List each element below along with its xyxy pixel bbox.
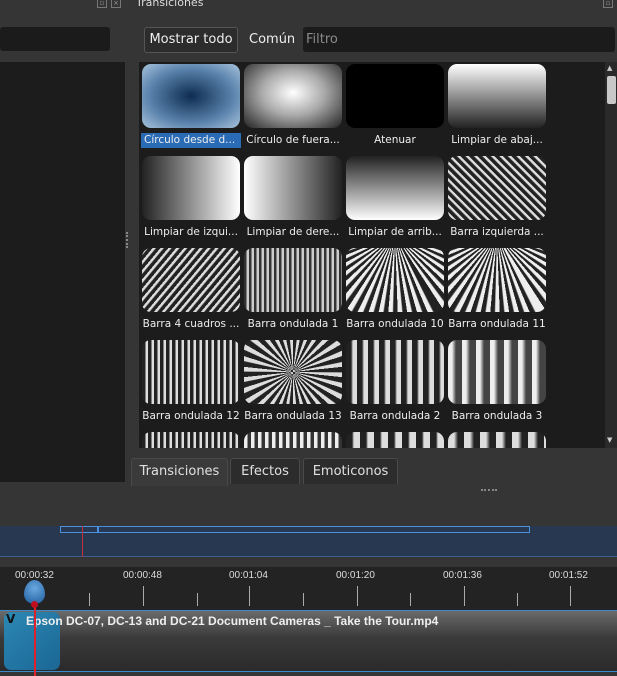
- time-label: 00:00:48: [123, 570, 162, 581]
- minor-tick: [410, 593, 411, 606]
- transition-item[interactable]: [243, 432, 343, 448]
- transition-item[interactable]: [345, 432, 445, 448]
- transition-label: Barra ondulada 11: [448, 318, 546, 330]
- transition-label: Barra 4 cuadros ...: [142, 318, 240, 330]
- transition-item[interactable]: Barra ondulada 13: [243, 340, 343, 424]
- transition-item[interactable]: Limpiar de izqui...: [141, 156, 241, 240]
- transition-label: Barra ondulada 2: [349, 410, 441, 422]
- transition-thumbnail: [142, 156, 240, 220]
- transitions-grid: Círculo desde d... Círculo de fuera... Ate…: [139, 62, 605, 448]
- transition-item[interactable]: Barra izquierda ...: [447, 156, 547, 240]
- transition-label: Barra ondulada 13: [244, 410, 342, 422]
- close-icon[interactable]: ×: [111, 0, 121, 8]
- major-tick: [463, 586, 465, 606]
- vertical-scrollbar[interactable]: [605, 62, 617, 448]
- transition-item[interactable]: Barra ondulada 10: [345, 248, 445, 332]
- transition-item[interactable]: [141, 432, 241, 448]
- show-all-button[interactable]: Mostrar todo: [144, 27, 238, 53]
- transition-thumbnail: [448, 340, 546, 404]
- transition-label: Círculo desde d...: [141, 133, 241, 148]
- left-search-input[interactable]: [0, 27, 110, 51]
- transition-thumbnail: [346, 64, 444, 128]
- collapse-chevron-icon[interactable]: V: [6, 612, 15, 626]
- transition-thumbnail: [346, 340, 444, 404]
- time-ruler[interactable]: 00:00:32 00:00:48 00:01:04 00:01:20 00:01:36…: [0, 567, 617, 610]
- transition-item[interactable]: Atenuar: [345, 64, 445, 148]
- dock-title: Transiciones: [136, 0, 204, 9]
- major-tick: [143, 586, 145, 606]
- tab-transitions[interactable]: Transiciones: [131, 458, 228, 486]
- minor-tick: [303, 593, 304, 606]
- transition-thumbnail: [244, 432, 342, 448]
- time-label: 00:01:20: [336, 570, 375, 581]
- overview-playhead: [82, 526, 83, 557]
- transition-thumbnail: [244, 340, 342, 404]
- transition-item[interactable]: [447, 432, 547, 448]
- transition-thumbnail: [142, 248, 240, 312]
- scroll-up-icon[interactable]: ▲: [607, 64, 612, 72]
- transition-thumbnail: [346, 156, 444, 220]
- transition-thumbnail: [448, 248, 546, 312]
- major-tick: [570, 586, 571, 606]
- major-tick: [249, 586, 251, 606]
- transition-label: Limpiar de arrib...: [348, 226, 442, 238]
- time-label: 00:01:04: [229, 570, 268, 581]
- transition-label: Círculo de fuera...: [246, 134, 340, 146]
- transition-label: Barra izquierda ...: [450, 226, 544, 238]
- transition-item[interactable]: Círculo desde d...: [141, 64, 241, 148]
- transition-thumbnail: [142, 432, 240, 448]
- transition-thumbnail: [346, 432, 444, 448]
- timeline-viewport[interactable]: [60, 526, 530, 533]
- transition-thumbnail: [448, 64, 546, 128]
- time-label: 00:01:36: [443, 570, 482, 581]
- transition-thumbnail: [346, 248, 444, 312]
- scroll-down-icon[interactable]: ▼: [607, 436, 612, 444]
- transition-label: Barra ondulada 12: [142, 410, 240, 422]
- transition-item[interactable]: Barra ondulada 3: [447, 340, 547, 424]
- transition-thumbnail: [244, 248, 342, 312]
- time-label: 00:01:52: [549, 570, 588, 581]
- common-button[interactable]: Común: [249, 27, 295, 53]
- playhead-dot: [31, 601, 38, 608]
- transition-label: Atenuar: [374, 134, 416, 146]
- scrollbar-thumb[interactable]: [607, 76, 616, 104]
- project-files-panel: [0, 62, 125, 482]
- float-icon[interactable]: ▫: [603, 0, 613, 8]
- transition-thumbnail: [448, 156, 546, 220]
- transition-thumbnail: [244, 156, 342, 220]
- transition-thumbnail: [244, 64, 342, 128]
- transition-item[interactable]: Barra ondulada 12: [141, 340, 241, 424]
- transition-thumbnail: [142, 64, 240, 128]
- transition-label: Limpiar de dere...: [246, 226, 340, 238]
- transition-label: Barra ondulada 10: [346, 318, 444, 330]
- minor-tick: [517, 593, 518, 606]
- minor-tick: [89, 593, 90, 606]
- transition-item[interactable]: Círculo de fuera...: [243, 64, 343, 148]
- resize-grip[interactable]: [481, 489, 497, 491]
- float-icon[interactable]: ▫: [97, 0, 107, 8]
- splitter-handle[interactable]: [126, 232, 128, 248]
- filter-input[interactable]: [303, 27, 615, 52]
- transition-item[interactable]: Limpiar de arrib...: [345, 156, 445, 240]
- transition-label: Limpiar de izqui...: [144, 226, 238, 238]
- transition-item[interactable]: Barra 4 cuadros ...: [141, 248, 241, 332]
- tab-effects[interactable]: Efectos: [230, 458, 300, 484]
- transition-thumbnail: [142, 340, 240, 404]
- transition-item[interactable]: Barra ondulada 11: [447, 248, 547, 332]
- transition-item[interactable]: Limpiar de abaj...: [447, 64, 547, 148]
- tab-emoticons[interactable]: Emoticonos: [303, 458, 398, 484]
- viewport-handle[interactable]: [97, 526, 99, 533]
- transition-item[interactable]: Barra ondulada 2: [345, 340, 445, 424]
- transition-item[interactable]: Barra ondulada 1: [243, 248, 343, 332]
- minor-tick: [197, 593, 198, 606]
- transition-label: Barra ondulada 3: [451, 410, 543, 422]
- transition-item[interactable]: Limpiar de dere...: [243, 156, 343, 240]
- clip-title: Epson DC-07, DC-13 and DC-21 Document Ca…: [26, 614, 439, 628]
- transition-label: Barra ondulada 1: [247, 318, 339, 330]
- playhead-line[interactable]: [34, 602, 36, 676]
- transition-label: Limpiar de abaj...: [451, 134, 543, 146]
- major-tick: [356, 586, 358, 606]
- transition-thumbnail: [448, 432, 546, 448]
